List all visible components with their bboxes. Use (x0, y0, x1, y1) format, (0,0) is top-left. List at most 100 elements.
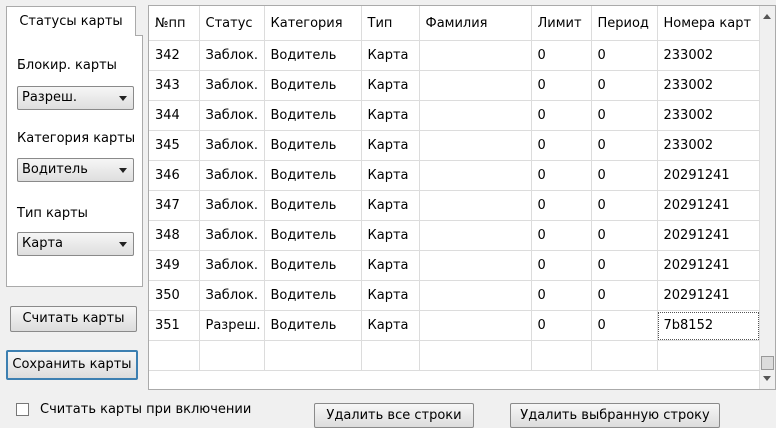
cell-status[interactable]: Заблок. (199, 100, 265, 131)
cell-limit[interactable]: 0 (531, 310, 592, 341)
cell-period[interactable]: 0 (591, 310, 658, 341)
table-row[interactable]: 346 Заблок. Водитель Карта 0 0 20291241 (149, 160, 761, 191)
scroll-thumb[interactable] (761, 356, 774, 370)
cell-surname[interactable] (419, 220, 532, 251)
col-header-number[interactable]: №пп (149, 6, 200, 41)
cell-surname[interactable] (419, 310, 532, 341)
scroll-up-icon[interactable] (763, 14, 771, 19)
cell-number[interactable]: 347 (149, 190, 200, 221)
cell-number[interactable]: 350 (149, 280, 200, 311)
table-row[interactable]: 347 Заблок. Водитель Карта 0 0 20291241 (149, 190, 761, 221)
cell-period[interactable]: 0 (591, 130, 658, 161)
cell-card-numbers[interactable]: 233002 (657, 130, 761, 161)
cell-category[interactable]: Водитель (264, 130, 362, 161)
cell-empty[interactable] (657, 340, 761, 371)
table-row[interactable]: 348 Заблок. Водитель Карта 0 0 20291241 (149, 220, 761, 251)
cell-category[interactable]: Водитель (264, 220, 362, 251)
cell-card-numbers[interactable]: 233002 (657, 40, 761, 71)
col-header-card-numbers[interactable]: Номера карт (657, 6, 761, 41)
cell-card-numbers[interactable]: 20291241 (657, 190, 761, 221)
cell-number[interactable]: 351 (149, 310, 200, 341)
block-select[interactable]: Разреш. (17, 86, 134, 110)
cell-period[interactable]: 0 (591, 190, 658, 221)
cell-limit[interactable]: 0 (531, 250, 592, 281)
cell-empty[interactable] (361, 340, 420, 371)
table-row[interactable]: 345 Заблок. Водитель Карта 0 0 233002 (149, 130, 761, 161)
cell-type[interactable]: Карта (361, 220, 420, 251)
cell-empty[interactable] (264, 340, 362, 371)
read-on-startup-checkbox[interactable] (16, 403, 29, 416)
empty-row[interactable] (149, 340, 761, 371)
cell-card-numbers[interactable]: 20291241 (657, 160, 761, 191)
delete-all-rows-button[interactable]: Удалить все строки (314, 403, 474, 428)
cell-category[interactable]: Водитель (264, 280, 362, 311)
cell-number[interactable]: 343 (149, 70, 200, 101)
cell-type[interactable]: Карта (361, 190, 420, 221)
cell-limit[interactable]: 0 (531, 70, 592, 101)
cell-surname[interactable] (419, 250, 532, 281)
cell-number[interactable]: 346 (149, 160, 200, 191)
cell-card-numbers[interactable]: 233002 (657, 100, 761, 131)
table-row[interactable]: 344 Заблок. Водитель Карта 0 0 233002 (149, 100, 761, 131)
delete-selected-row-button[interactable]: Удалить выбранную строку (510, 403, 720, 428)
cell-surname[interactable] (419, 160, 532, 191)
cell-status[interactable]: Заблок. (199, 130, 265, 161)
cell-limit[interactable]: 0 (531, 280, 592, 311)
cell-category[interactable]: Водитель (264, 190, 362, 221)
cell-limit[interactable]: 0 (531, 160, 592, 191)
cell-category[interactable]: Водитель (264, 70, 362, 101)
col-header-limit[interactable]: Лимит (531, 6, 592, 41)
cell-period[interactable]: 0 (591, 160, 658, 191)
cell-type[interactable]: Карта (361, 160, 420, 191)
cell-period[interactable]: 0 (591, 100, 658, 131)
cell-status[interactable]: Заблок. (199, 250, 265, 281)
cell-empty[interactable] (531, 340, 592, 371)
col-header-type[interactable]: Тип (361, 6, 420, 41)
cell-empty[interactable] (199, 340, 265, 371)
cell-status[interactable]: Заблок. (199, 70, 265, 101)
cell-status[interactable]: Заблок. (199, 40, 265, 71)
cell-category[interactable]: Водитель (264, 160, 362, 191)
cell-type[interactable]: Карта (361, 280, 420, 311)
cell-category[interactable]: Водитель (264, 310, 362, 341)
table-row[interactable]: 350 Заблок. Водитель Карта 0 0 20291241 (149, 280, 761, 311)
cell-limit[interactable]: 0 (531, 100, 592, 131)
cell-empty[interactable] (149, 340, 200, 371)
cell-number[interactable]: 342 (149, 40, 200, 71)
table-row[interactable]: 351 Разреш. Водитель Карта 0 0 7b8152 (149, 310, 761, 341)
cell-period[interactable]: 0 (591, 280, 658, 311)
cell-category[interactable]: Водитель (264, 100, 362, 131)
cell-type[interactable]: Карта (361, 70, 420, 101)
cell-card-numbers[interactable]: 20291241 (657, 280, 761, 311)
scroll-down-icon[interactable] (763, 376, 771, 381)
cell-period[interactable]: 0 (591, 70, 658, 101)
cell-surname[interactable] (419, 70, 532, 101)
cell-type[interactable]: Карта (361, 40, 420, 71)
cell-surname[interactable] (419, 190, 532, 221)
table-row[interactable]: 342 Заблок. Водитель Карта 0 0 233002 (149, 40, 761, 71)
cell-number[interactable]: 348 (149, 220, 200, 251)
cell-category[interactable]: Водитель (264, 40, 362, 71)
cell-type[interactable]: Карта (361, 250, 420, 281)
vertical-scrollbar[interactable] (759, 6, 775, 389)
cell-status[interactable]: Заблок. (199, 190, 265, 221)
cell-status[interactable]: Заблок. (199, 160, 265, 191)
cell-surname[interactable] (419, 130, 532, 161)
col-header-period[interactable]: Период (591, 6, 658, 41)
cell-limit[interactable]: 0 (531, 220, 592, 251)
tab-card-statuses[interactable]: Статусы карты (6, 6, 136, 36)
cell-card-numbers[interactable]: 20291241 (657, 220, 761, 251)
cell-number[interactable]: 344 (149, 100, 200, 131)
cell-period[interactable]: 0 (591, 220, 658, 251)
cell-card-numbers[interactable]: 20291241 (657, 250, 761, 281)
col-header-status[interactable]: Статус (199, 6, 265, 41)
cell-surname[interactable] (419, 100, 532, 131)
read-cards-button[interactable]: Считать карты (10, 306, 137, 332)
cell-surname[interactable] (419, 280, 532, 311)
cell-status[interactable]: Разреш. (199, 310, 265, 341)
cell-type[interactable]: Карта (361, 130, 420, 161)
cell-type[interactable]: Карта (361, 310, 420, 341)
cell-type[interactable]: Карта (361, 100, 420, 131)
cell-card-numbers[interactable]: 233002 (657, 70, 761, 101)
cell-period[interactable]: 0 (591, 250, 658, 281)
